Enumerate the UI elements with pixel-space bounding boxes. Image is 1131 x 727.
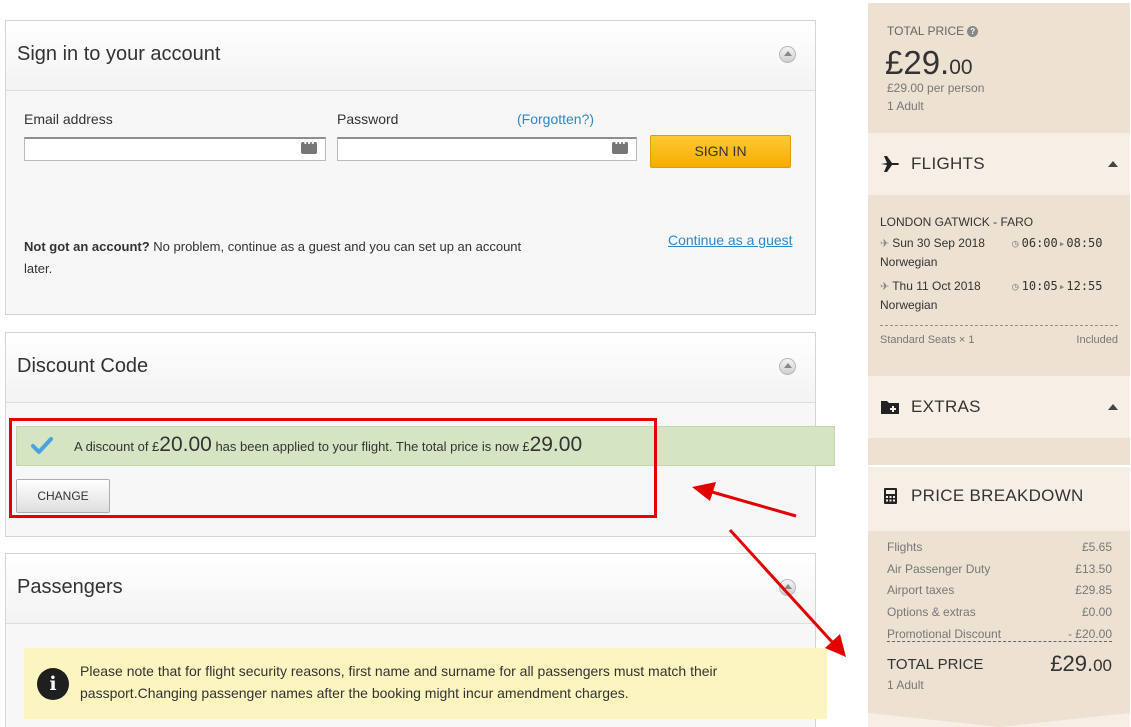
- breakdown-total-main: £29.: [1050, 651, 1094, 676]
- flight-route: LONDON GATWICK - FARO: [880, 215, 1034, 229]
- signin-panel: Sign in to your account Email address Pa…: [5, 20, 816, 315]
- booking-summary-sidebar: TOTAL PRICE? £29.00 £29.00 per person 1 …: [868, 3, 1130, 727]
- breakdown-label: Options & extras: [887, 605, 976, 619]
- breakdown-row: Airport taxes £29.85: [887, 583, 1112, 597]
- breakdown-row: Air Passenger Duty £13.50: [887, 562, 1112, 576]
- breakdown-row: Options & extras £0.00: [887, 605, 1112, 619]
- notice-text: Please note that for flight security rea…: [80, 663, 718, 701]
- extras-section-title: EXTRAS: [911, 397, 981, 416]
- password-manager-icon[interactable]: [612, 139, 628, 154]
- breakdown-divider: [887, 641, 1112, 642]
- password-manager-icon[interactable]: [301, 139, 317, 154]
- play-arrow-icon: ▸: [1058, 280, 1066, 293]
- seats-row: Standard Seats × 1 Included: [880, 334, 1118, 346]
- total-price-summary: TOTAL PRICE? £29.00 £29.00 per person 1 …: [868, 3, 1130, 133]
- breakdown-total-adults: 1 Adult: [887, 678, 924, 692]
- return-date: ✈ Thu 11 Oct 2018: [880, 279, 981, 293]
- help-icon[interactable]: ?: [967, 26, 979, 37]
- passengers-panel-title: Passengers: [17, 576, 123, 598]
- return-carrier: Norwegian: [880, 298, 938, 312]
- breakdown-label: Promotional Discount: [887, 627, 1002, 641]
- return-date-text: Thu 11 Oct 2018: [892, 279, 981, 293]
- forgotten-password-link[interactable]: (Forgotten?): [517, 111, 594, 127]
- breakdown-row: Flights £5.65: [887, 540, 1112, 554]
- landing-icon: ✈: [880, 281, 890, 293]
- breakdown-value: £5.65: [1081, 540, 1112, 554]
- extras-section-header[interactable]: EXTRAS: [868, 376, 1130, 438]
- email-label: Email address: [24, 111, 113, 127]
- ribbon-decoration: [868, 713, 1130, 727]
- return-times: ◷ 10:05▸12:55: [1012, 279, 1103, 293]
- total-price-label-text: TOTAL PRICE: [887, 24, 965, 38]
- info-icon: i: [37, 668, 69, 700]
- collapse-flights-icon[interactable]: [1108, 161, 1118, 167]
- sign-in-button[interactable]: SIGN IN: [650, 135, 791, 168]
- total-price-pence: 00: [949, 56, 973, 79]
- flights-section-title: FLIGHTS: [911, 154, 985, 173]
- outbound-depart: 06:00: [1021, 236, 1058, 250]
- breakdown-value: £29.85: [1075, 583, 1112, 597]
- breakdown-value: £13.50: [1075, 562, 1112, 576]
- password-field[interactable]: [337, 137, 637, 161]
- passengers-panel-header[interactable]: Passengers: [6, 554, 815, 624]
- total-price-label: TOTAL PRICE?: [887, 24, 979, 38]
- price-per-person: £29.00 per person: [887, 81, 985, 95]
- folder-plus-icon: [881, 401, 899, 414]
- breakdown-label: Flights: [887, 540, 923, 554]
- clock-icon: ◷: [1012, 237, 1019, 250]
- annotation-highlight-box: [9, 418, 657, 518]
- discount-panel-title: Discount Code: [17, 355, 149, 377]
- return-depart: 10:05: [1021, 279, 1058, 293]
- takeoff-icon: ✈: [880, 238, 890, 250]
- seats-label: Standard Seats × 1: [880, 334, 975, 346]
- extras-details: [868, 438, 1130, 467]
- breakdown-total-pence: 00: [1093, 656, 1112, 675]
- outbound-carrier: Norwegian: [880, 255, 938, 269]
- outbound-times: ◷ 06:00▸08:50: [1012, 236, 1103, 250]
- total-price-amount: £29.00: [885, 44, 973, 82]
- passengers-panel: Passengers i Please note that for flight…: [5, 553, 827, 727]
- arrow-head-breakdown: [825, 634, 846, 657]
- adult-count: 1 Adult: [887, 99, 924, 113]
- price-breakdown-title: PRICE BREAKDOWN: [911, 486, 1084, 505]
- name-match-notice: i Please note that for flight security r…: [24, 648, 827, 719]
- breakdown-label: Airport taxes: [887, 583, 955, 597]
- signin-panel-title: Sign in to your account: [17, 43, 221, 65]
- collapse-signin-icon[interactable]: [779, 46, 796, 63]
- collapse-discount-icon[interactable]: [779, 358, 796, 375]
- clock-icon: ◷: [1012, 280, 1019, 293]
- signin-panel-header[interactable]: Sign in to your account: [6, 21, 815, 91]
- guest-message: Not got an account? No problem, continue…: [24, 236, 524, 280]
- flights-details: LONDON GATWICK - FARO ✈ Sun 30 Sep 2018 ◷…: [868, 196, 1130, 376]
- flights-section-header[interactable]: FLIGHTS: [868, 133, 1130, 195]
- password-label: Password: [337, 111, 399, 127]
- breakdown-value: - £20.00: [1067, 627, 1112, 641]
- play-arrow-icon: ▸: [1058, 237, 1066, 250]
- breakdown-row: Promotional Discount - £20.00: [887, 627, 1112, 641]
- outbound-date-text: Sun 30 Sep 2018: [892, 236, 985, 250]
- collapse-extras-icon[interactable]: [1108, 404, 1118, 410]
- guest-message-bold: Not got an account?: [24, 239, 150, 254]
- breakdown-label: Air Passenger Duty: [887, 562, 991, 576]
- breakdown-total-amount: £29.00: [1050, 651, 1112, 677]
- outbound-date: ✈ Sun 30 Sep 2018: [880, 236, 985, 250]
- price-breakdown-header[interactable]: PRICE BREAKDOWN: [868, 465, 1130, 531]
- total-price-main: £29.: [885, 44, 950, 81]
- discount-panel-header[interactable]: Discount Code: [6, 333, 815, 403]
- breakdown-value: £0.00: [1081, 605, 1112, 619]
- outbound-arrive: 08:50: [1066, 236, 1103, 250]
- breakdown-total-label: TOTAL PRICE: [887, 656, 984, 673]
- continue-as-guest-link[interactable]: Continue as a guest: [668, 232, 793, 248]
- airplane-icon: [881, 156, 899, 172]
- divider: [880, 325, 1118, 326]
- calculator-icon: [884, 488, 897, 504]
- email-field[interactable]: [24, 137, 326, 161]
- seats-value: Included: [1076, 334, 1118, 346]
- collapse-passengers-icon[interactable]: [779, 579, 796, 596]
- price-breakdown-details: Flights £5.65 Air Passenger Duty £13.50 Ai…: [868, 531, 1130, 727]
- return-arrive: 12:55: [1066, 279, 1103, 293]
